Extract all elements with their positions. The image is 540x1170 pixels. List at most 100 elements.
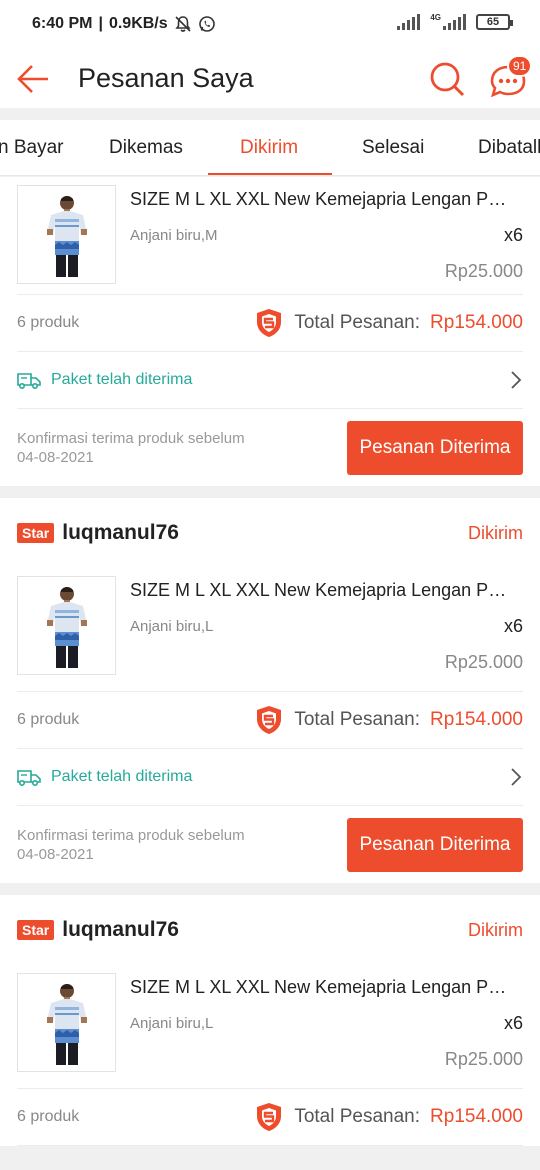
order-received-button[interactable]: Pesanan Diterima bbox=[347, 817, 523, 872]
product-qty: x6 bbox=[503, 225, 523, 245]
order-item[interactable]: SIZE M L XL XXL New Kemejapria Lengan Pe… bbox=[17, 965, 523, 1089]
page-title: Pesanan Saya bbox=[78, 63, 254, 93]
shipping-status-row[interactable]: Paket telah diterima bbox=[17, 352, 523, 409]
shop-name: luqmanul76 bbox=[62, 918, 179, 941]
truck-icon bbox=[17, 373, 41, 390]
shipping-text: Paket telah diterima bbox=[51, 768, 193, 785]
order-card[interactable]: Star luqmanul76 Dikirim SIZE M L XL XXL … bbox=[0, 895, 540, 1146]
product-name: SIZE M L XL XXL New Kemejapria Lengan Pe… bbox=[130, 189, 508, 209]
product-variant: Anjani biru,L bbox=[130, 618, 214, 635]
active-tab-indicator bbox=[208, 173, 332, 175]
product-info: SIZE M L XL XXL New Kemejapria Lengan Pe… bbox=[116, 973, 523, 1088]
product-count: 6 produk bbox=[17, 314, 80, 331]
product-qty: x6 bbox=[503, 616, 523, 636]
order-total: Total Pesanan: Rp154.000 bbox=[254, 1101, 523, 1133]
product-image bbox=[46, 586, 87, 668]
confirm-text-line1: Konfirmasi terima produk sebelum bbox=[17, 826, 245, 844]
product-variant: Anjani biru,M bbox=[130, 227, 218, 244]
shop-row[interactable]: Star luqmanul76 Dikirim bbox=[17, 498, 523, 568]
shield-icon bbox=[257, 706, 282, 734]
status-speed: 0.9KB/s bbox=[108, 15, 168, 32]
shop-name: luqmanul76 bbox=[62, 521, 179, 544]
product-name: SIZE M L XL XXL New Kemejapria Lengan Pe… bbox=[130, 977, 508, 997]
network-type: 4G bbox=[430, 12, 441, 22]
truck-icon bbox=[17, 770, 41, 787]
product-info: SIZE M L XL XXL New Kemejapria Lengan Pe… bbox=[116, 576, 523, 691]
status-bar: 6:40 PM | 0.9KB/s 4G 65 bbox=[0, 0, 540, 50]
app-header: Pesanan Saya bbox=[0, 50, 540, 108]
order-status: Dikirim bbox=[468, 919, 523, 940]
total-label: Total Pesanan: bbox=[294, 1106, 421, 1127]
order-tabs: n Bayar Dikemas Dikirim Selesai Dibatalk bbox=[0, 120, 540, 176]
status-right: 4G 65 bbox=[397, 12, 513, 30]
tab-belum-bayar[interactable]: n Bayar bbox=[0, 137, 63, 159]
status-time: 6:40 PM bbox=[32, 15, 93, 32]
shipping-status: Paket telah diterima bbox=[17, 370, 192, 390]
battery-level: 65 bbox=[486, 16, 500, 28]
product-thumbnail bbox=[17, 185, 116, 284]
product-qty: x6 bbox=[503, 1013, 523, 1033]
total-label: Total Pesanan: bbox=[294, 312, 421, 333]
confirm-date: 04-08-2021 bbox=[17, 845, 94, 863]
product-variant: Anjani biru,L bbox=[130, 1015, 214, 1032]
shipping-status: Paket telah diterima bbox=[17, 767, 192, 787]
confirm-deadline: Konfirmasi terima produk sebelum 04-08-2… bbox=[17, 826, 245, 864]
chevron-right-icon bbox=[511, 371, 522, 389]
tab-dibatalkan[interactable]: Dibatalk bbox=[478, 137, 540, 159]
signal-icon-2 bbox=[443, 14, 466, 30]
confirm-date: 04-08-2021 bbox=[17, 448, 94, 466]
battery-icon: 65 bbox=[476, 14, 513, 30]
total-amount: Rp154.000 bbox=[430, 709, 523, 730]
order-total: Total Pesanan: Rp154.000 bbox=[254, 307, 523, 339]
product-thumbnail bbox=[17, 973, 116, 1072]
shop-info: Star luqmanul76 bbox=[17, 918, 179, 942]
order-total-row: 6 produk Total Pesanan: Rp154.000 bbox=[17, 1089, 523, 1146]
signal-icon bbox=[397, 14, 421, 30]
product-price: Rp25.000 bbox=[444, 1049, 523, 1069]
total-amount: Rp154.000 bbox=[430, 312, 523, 333]
shop-info: Star luqmanul76 bbox=[17, 521, 179, 545]
order-card[interactable]: Star luqmanul76 Dikirim SIZE M L XL XXL … bbox=[0, 498, 540, 883]
order-item[interactable]: SIZE M L XL XXL New Kemejapria Lengan Pe… bbox=[17, 568, 523, 692]
product-image bbox=[46, 983, 87, 1065]
order-received-button[interactable]: Pesanan Diterima bbox=[347, 420, 523, 475]
product-name: SIZE M L XL XXL New Kemejapria Lengan Pe… bbox=[130, 580, 508, 600]
tab-dikemas[interactable]: Dikemas bbox=[109, 137, 183, 159]
status-left: 6:40 PM | 0.9KB/s bbox=[32, 15, 216, 33]
total-amount: Rp154.000 bbox=[430, 1106, 523, 1127]
product-thumbnail bbox=[17, 576, 116, 675]
product-price: Rp25.000 bbox=[444, 652, 523, 672]
order-card[interactable]: SIZE M L XL XXL New Kemejapria Lengan Pe… bbox=[0, 177, 540, 486]
order-total-row: 6 produk Total Pesanan: Rp154.000 bbox=[17, 692, 523, 749]
tab-selesai[interactable]: Selesai bbox=[362, 137, 424, 159]
product-count: 6 produk bbox=[17, 711, 80, 728]
mute-icon bbox=[175, 16, 191, 32]
total-label: Total Pesanan: bbox=[294, 709, 421, 730]
confirm-deadline: Konfirmasi terima produk sebelum 04-08-2… bbox=[17, 429, 245, 467]
shop-row[interactable]: Star luqmanul76 Dikirim bbox=[17, 895, 523, 965]
shield-icon bbox=[257, 1103, 282, 1131]
star-badge: Star bbox=[17, 523, 55, 543]
confirm-row: Konfirmasi terima produk sebelum 04-08-2… bbox=[17, 806, 523, 883]
chevron-right-icon bbox=[511, 768, 522, 786]
product-price: Rp25.000 bbox=[444, 261, 523, 281]
search-icon[interactable] bbox=[428, 60, 466, 98]
order-list: SIZE M L XL XXL New Kemejapria Lengan Pe… bbox=[0, 177, 540, 1170]
chat-badge: 91 bbox=[507, 55, 533, 77]
shield-icon bbox=[257, 309, 282, 337]
confirm-text-line1: Konfirmasi terima produk sebelum bbox=[17, 429, 245, 447]
confirm-row: Konfirmasi terima produk sebelum 04-08-2… bbox=[17, 409, 523, 486]
status-separator: | bbox=[98, 15, 103, 32]
shipping-text: Paket telah diterima bbox=[51, 371, 193, 388]
star-badge: Star bbox=[17, 920, 55, 940]
order-status: Dikirim bbox=[468, 522, 523, 543]
tab-dikirim[interactable]: Dikirim bbox=[240, 137, 298, 159]
order-total-row: 6 produk Total Pesanan: Rp154.000 bbox=[17, 295, 523, 352]
product-info: SIZE M L XL XXL New Kemejapria Lengan Pe… bbox=[116, 185, 523, 294]
back-arrow-icon[interactable] bbox=[16, 62, 50, 96]
shipping-status-row[interactable]: Paket telah diterima bbox=[17, 749, 523, 806]
whatsapp-icon bbox=[198, 16, 215, 32]
order-item[interactable]: SIZE M L XL XXL New Kemejapria Lengan Pe… bbox=[17, 177, 523, 295]
product-image bbox=[46, 195, 87, 277]
product-count: 6 produk bbox=[17, 1108, 80, 1125]
